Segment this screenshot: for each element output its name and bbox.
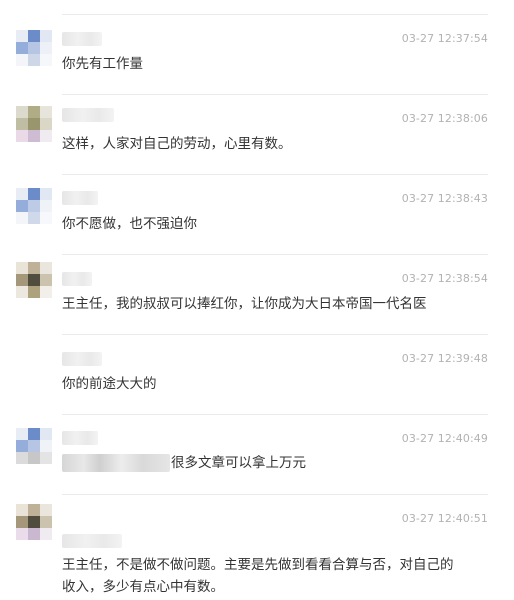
comment-text: 王主任，我的叔叔可以捧红你，让你成为大日本帝国一代名医 xyxy=(62,296,427,312)
divider xyxy=(62,494,488,495)
username-blurred[interactable] xyxy=(62,272,92,286)
divider xyxy=(62,414,488,415)
comment-timestamp: 03-27 12:38:54 xyxy=(401,272,488,285)
divider xyxy=(62,14,488,15)
username-blurred[interactable] xyxy=(62,431,98,445)
comment-text: 这样，人家对自己的劳动，心里有数。 xyxy=(62,136,292,152)
comment-feed: 03-27 12:37:54 你先有工作量 03-27 12:38:06 这样，… xyxy=(0,0,514,600)
comment-text: 很多文章可以拿上万元 xyxy=(62,452,484,474)
username-blurred[interactable] xyxy=(62,191,98,205)
avatar[interactable] xyxy=(16,30,52,66)
avatar[interactable] xyxy=(16,262,52,298)
redacted-text-blur xyxy=(62,454,170,472)
username-blurred[interactable] xyxy=(62,534,122,548)
comment-item: 03-27 12:37:54 你先有工作量 xyxy=(0,14,514,94)
divider xyxy=(62,174,488,175)
comment-timestamp: 03-27 12:37:54 xyxy=(401,32,488,45)
comment-timestamp: 03-27 12:40:49 xyxy=(401,432,488,445)
comment-text: 王主任，不是做不做问题。主要是先做到看看合算与否，对自己的收入，多少有点心中有数… xyxy=(62,557,454,595)
comment-text: 你先有工作量 xyxy=(62,56,143,72)
comment-text: 你不愿做，也不强迫你 xyxy=(62,216,197,232)
comment-item: 03-27 12:38:54 王主任，我的叔叔可以捧红你，让你成为大日本帝国一代… xyxy=(0,254,514,334)
divider xyxy=(62,94,488,95)
comment-item: 03-27 12:38:06 这样，人家对自己的劳动，心里有数。 xyxy=(0,94,514,174)
comment-text: 你的前途大大的 xyxy=(62,376,157,392)
comment-item: 03-27 12:40:51 王主任，不是做不做问题。主要是先做到看看合算与否，… xyxy=(0,494,514,600)
comment-timestamp: 03-27 12:38:43 xyxy=(401,192,488,205)
comment-timestamp: 03-27 12:39:48 xyxy=(401,352,488,365)
username-blurred[interactable] xyxy=(62,32,102,46)
avatar[interactable] xyxy=(16,428,52,464)
comment-item: 03-27 12:38:43 你不愿做，也不强迫你 xyxy=(0,174,514,254)
comment-timestamp: 03-27 12:38:06 xyxy=(401,112,488,125)
comment-text-visible: 很多文章可以拿上万元 xyxy=(171,455,306,471)
avatar[interactable] xyxy=(16,188,52,224)
comment-item: 03-27 12:39:48 你的前途大大的 xyxy=(0,334,514,414)
username-blurred[interactable] xyxy=(62,352,102,366)
divider xyxy=(62,254,488,255)
comment-timestamp: 03-27 12:40:51 xyxy=(401,512,488,525)
avatar[interactable] xyxy=(16,504,52,540)
divider xyxy=(62,334,488,335)
comment-item: 03-27 12:40:49 很多文章可以拿上万元 xyxy=(0,414,514,494)
username-blurred[interactable] xyxy=(62,108,114,122)
avatar[interactable] xyxy=(16,106,52,142)
